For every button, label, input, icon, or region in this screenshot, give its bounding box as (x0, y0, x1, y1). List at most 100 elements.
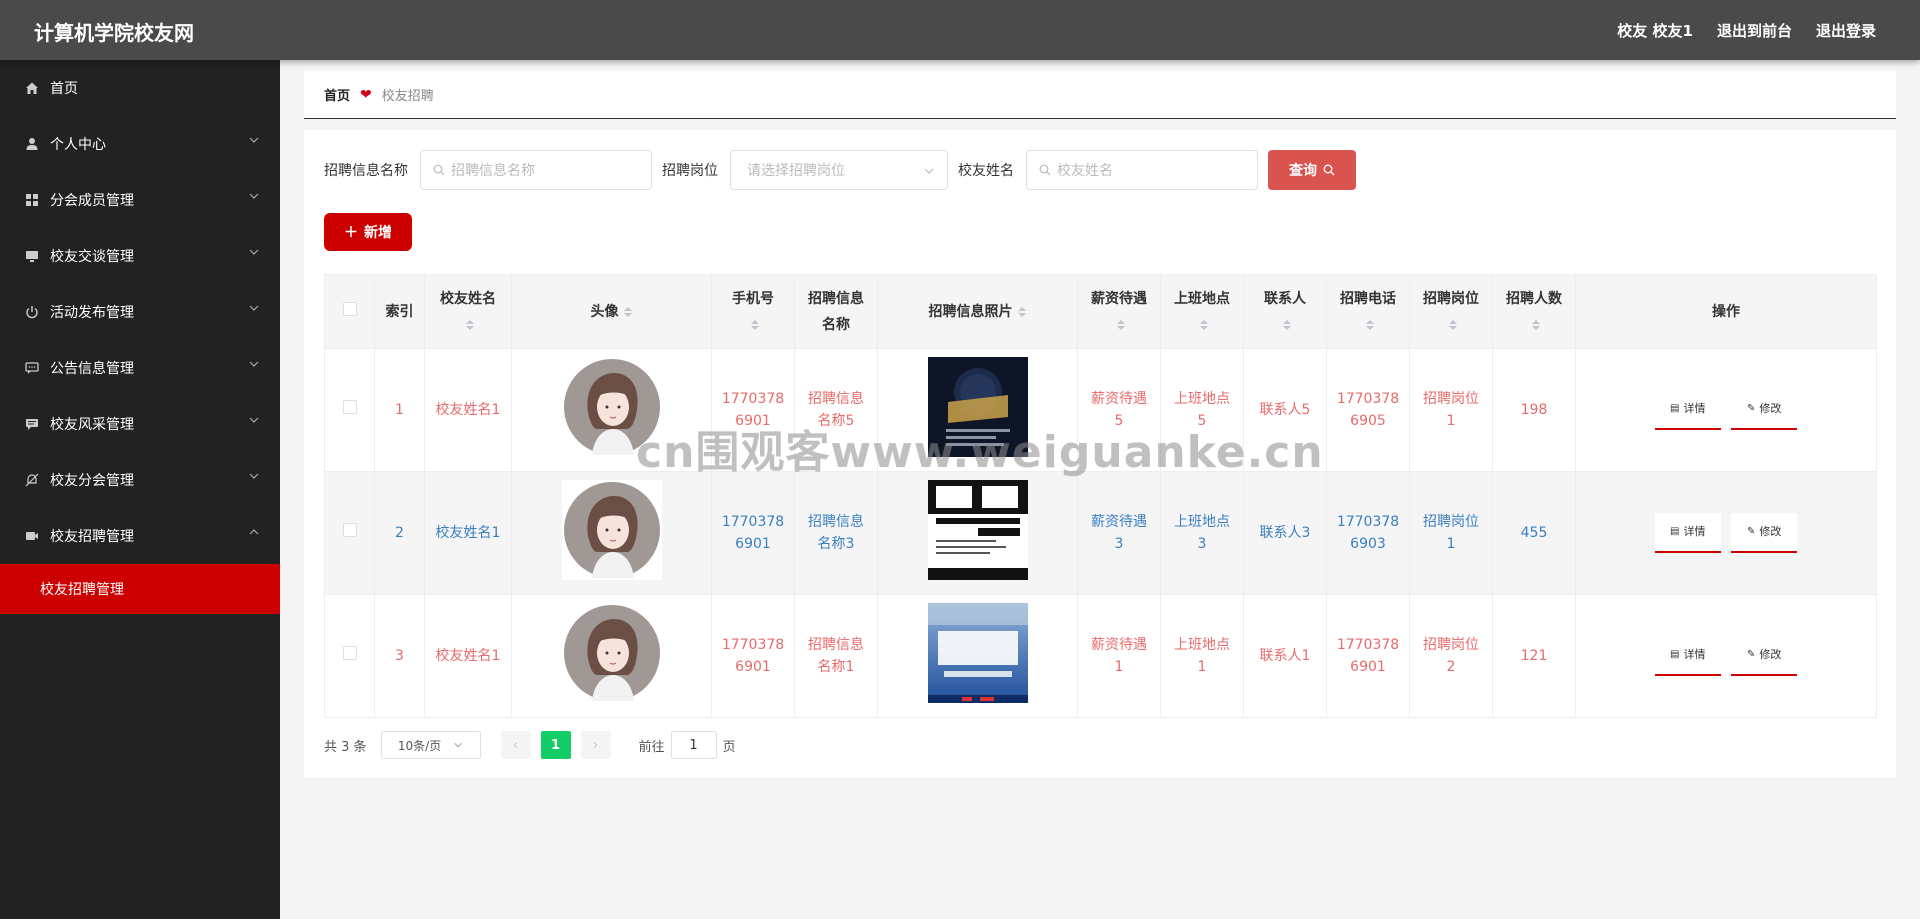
col-salary[interactable]: 薪资待遇 (1077, 274, 1161, 349)
sidebar-item-personal[interactable]: 个人中心 (0, 116, 280, 172)
avatar[interactable] (561, 356, 662, 457)
recruit-poster-image[interactable] (927, 602, 1028, 703)
row-checkbox[interactable] (342, 400, 357, 414)
cell-index: 3 (374, 594, 425, 718)
document-icon: ▤ (1670, 526, 1680, 537)
sidebar-item-home[interactable]: 首页 (0, 60, 280, 116)
col-location[interactable]: 上班地点 (1160, 274, 1244, 349)
prev-page-button[interactable]: ‹ (500, 731, 531, 759)
sidebar-item-label: 公告信息管理 (50, 361, 134, 377)
detail-button[interactable]: ▤ 详情 (1654, 390, 1721, 430)
sidebar-item-activity[interactable]: 活动发布管理 (0, 284, 280, 340)
detail-button[interactable]: ▤ 详情 (1654, 636, 1721, 676)
page-size-value: 10条/页 (397, 738, 442, 753)
table-row: 2 校友姓名1 17703786901 招聘信息名称3 薪资待遇3 上班地点3 … (324, 471, 1877, 595)
breadcrumb-home[interactable]: 首页 (324, 85, 350, 104)
cell-job-name-text: 招聘信息名称5 (808, 391, 864, 429)
pagination: 共 3 条 10条/页 ‹ 1 › 前往 1 页 (324, 730, 736, 760)
cell-ops: ▤ 详情 ✎ 修改 (1575, 594, 1877, 718)
search-form: 招聘信息名称 招聘信息名称 招聘岗位 请选择招聘岗位 校友姓名 校友姓名 查询 (324, 150, 1356, 190)
col-photo[interactable]: 招聘信息照片 (877, 274, 1078, 349)
table-header-row: 索引 校友姓名 头像 手机号 招聘信息名称 招聘信息照片 薪资待遇 上班地点 联… (324, 274, 1877, 349)
chevron-down-icon (454, 742, 462, 748)
add-label: 新增 (364, 224, 392, 240)
sort-icon[interactable] (623, 305, 633, 319)
sidebar: 首页 个人中心 分会成员管理 校友交谈管理 活动发布管理 公告信息管理 校友风采… (0, 60, 280, 919)
alumni-name-input[interactable]: 校友姓名 (1026, 150, 1258, 190)
row-checkbox[interactable] (342, 646, 357, 660)
camera-icon (24, 528, 40, 544)
sidebar-subitem-recruitment-manage[interactable]: 校友招聘管理 (0, 564, 280, 614)
sidebar-item-alumni-chat[interactable]: 校友交谈管理 (0, 228, 280, 284)
sidebar-item-recruitment[interactable]: 校友招聘管理 (0, 508, 280, 564)
query-label: 查询 (1289, 162, 1317, 178)
sidebar-item-branch-members[interactable]: 分会成员管理 (0, 172, 280, 228)
col-job-name[interactable]: 招聘信息名称 (794, 274, 878, 349)
sort-icon[interactable] (1017, 305, 1027, 319)
alumni-name-label: 校友姓名 (958, 163, 1014, 179)
cell-count: 121 (1492, 594, 1576, 718)
cell-index: 2 (374, 471, 425, 595)
col-position[interactable]: 招聘岗位 (1409, 274, 1493, 349)
col-avatar[interactable]: 头像 (511, 274, 712, 349)
row-checkbox[interactable] (342, 523, 357, 537)
document-icon: ▤ (1670, 649, 1680, 660)
edit-button[interactable]: ✎ 修改 (1731, 513, 1798, 553)
recruit-poster-image[interactable] (927, 479, 1028, 580)
table-row: 3 校友姓名1 17703786901 招聘信息名称1 薪资待遇1 上班地点1 … (324, 594, 1877, 718)
sort-icon[interactable] (465, 318, 475, 332)
sort-icon[interactable] (1282, 318, 1292, 332)
cell-name: 校友姓名1 (424, 594, 512, 718)
cell-name: 校友姓名1 (424, 471, 512, 595)
sort-icon[interactable] (1116, 318, 1126, 332)
user-name[interactable]: 校友 校友1 (1617, 20, 1693, 41)
col-name-label: 校友姓名 (440, 290, 496, 307)
logout-link[interactable]: 退出登录 (1816, 20, 1876, 41)
cell-ops: ▤ 详情 ✎ 修改 (1575, 348, 1877, 472)
recruit-poster-image[interactable] (927, 356, 1028, 457)
col-name[interactable]: 校友姓名 (424, 274, 512, 349)
sidebar-item-alumni-branch[interactable]: 校友分会管理 (0, 452, 280, 508)
cell-phone-text: 17703786901 (721, 637, 785, 675)
page-number-current[interactable]: 1 (540, 731, 571, 759)
next-page-button[interactable]: › (580, 731, 611, 759)
edit-button[interactable]: ✎ 修改 (1731, 390, 1798, 430)
grid-icon (24, 192, 40, 208)
sort-icon[interactable] (1365, 318, 1375, 332)
sidebar-item-notice[interactable]: 公告信息管理 (0, 340, 280, 396)
col-phone[interactable]: 手机号 (711, 274, 795, 349)
sort-icon[interactable] (1531, 318, 1541, 332)
page-size-select[interactable]: 10条/页 (380, 731, 481, 759)
sort-icon[interactable] (1199, 318, 1209, 332)
edit-button[interactable]: ✎ 修改 (1731, 636, 1798, 676)
select-all-checkbox[interactable] (342, 301, 357, 316)
cell-contact: 联系人1 (1243, 594, 1327, 718)
main-panel: 招聘信息名称 招聘信息名称 招聘岗位 请选择招聘岗位 校友姓名 校友姓名 查询 … (304, 130, 1896, 778)
position-select[interactable]: 请选择招聘岗位 (730, 150, 948, 190)
avatar[interactable] (561, 479, 662, 580)
sidebar-item-alumni-style[interactable]: 校友风采管理 (0, 396, 280, 452)
sort-icon[interactable] (1448, 318, 1458, 332)
col-contact[interactable]: 联系人 (1243, 274, 1327, 349)
avatar[interactable] (561, 602, 662, 703)
monitor-icon (24, 248, 40, 264)
cell-job-name: 招聘信息名称1 (794, 594, 878, 718)
cell-avatar (511, 348, 712, 472)
detail-button[interactable]: ▤ 详情 (1654, 513, 1721, 553)
col-tel[interactable]: 招聘电话 (1326, 274, 1410, 349)
cell-photo (877, 348, 1078, 472)
goto-page-input[interactable]: 1 (670, 731, 717, 759)
cell-job-name: 招聘信息名称5 (794, 348, 878, 472)
cell-job-name-text: 招聘信息名称1 (808, 637, 864, 675)
query-button[interactable]: 查询 (1268, 150, 1356, 190)
search-icon (1039, 164, 1051, 176)
add-button[interactable]: ＋ 新增 (324, 213, 412, 251)
chevron-down-icon (249, 361, 259, 367)
cell-tel-text: 17703786903 (1336, 514, 1400, 552)
chevron-down-icon (249, 305, 259, 311)
exit-to-front-link[interactable]: 退出到前台 (1717, 20, 1792, 41)
sort-icon[interactable] (750, 318, 760, 332)
job-name-input[interactable]: 招聘信息名称 (420, 150, 652, 190)
cell-job-name: 招聘信息名称3 (794, 471, 878, 595)
col-count[interactable]: 招聘人数 (1492, 274, 1576, 349)
